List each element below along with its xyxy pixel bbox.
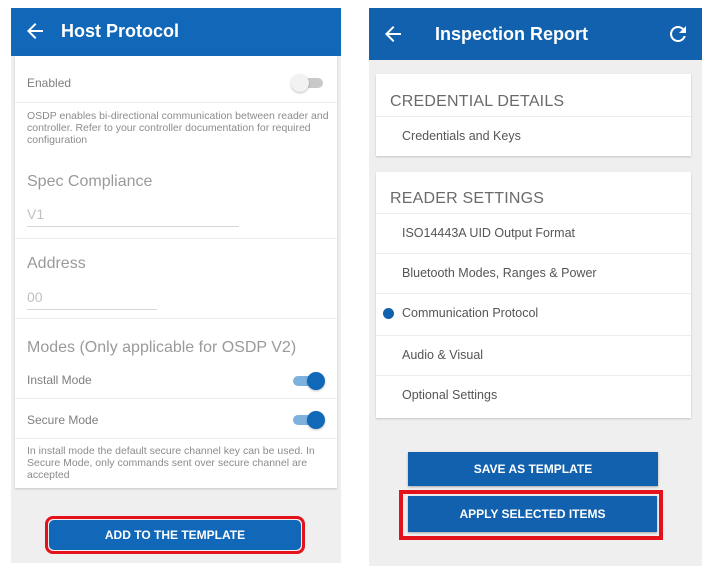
spec-compliance-value[interactable]: V1 (27, 206, 44, 222)
list-item-uid-output-format[interactable]: ISO14443A UID Output Format (376, 213, 691, 253)
reader-settings-card: READER SETTINGS ISO14443A UID Output For… (376, 172, 691, 418)
list-item-label: Optional Settings (402, 388, 498, 402)
secure-mode-toggle[interactable] (291, 411, 325, 429)
install-mode-label: Install Mode (27, 373, 92, 387)
toggle-thumb (291, 74, 309, 92)
inspection-report-screen: Inspection Report CREDENTIAL DETAILS Cre… (369, 8, 702, 566)
address-title: Address (27, 255, 86, 272)
field-underline (27, 309, 157, 310)
save-as-template-button[interactable]: SAVE AS TEMPLATE (408, 452, 658, 486)
list-item-communication-protocol[interactable]: Communication Protocol (376, 293, 691, 333)
credential-details-heading: CREDENTIAL DETAILS (390, 93, 565, 110)
arrow-left-icon[interactable] (381, 22, 405, 46)
list-item-bluetooth-modes[interactable]: Bluetooth Modes, Ranges & Power (376, 253, 691, 293)
refresh-icon[interactable] (666, 22, 690, 46)
protocol-settings-card: Enabled OSDP enables bi-directional comm… (15, 56, 337, 488)
enabled-toggle[interactable] (291, 74, 325, 92)
divider (15, 438, 337, 439)
list-item-label: Audio & Visual (402, 348, 484, 362)
list-item-label: Bluetooth Modes, Ranges & Power (402, 266, 597, 280)
page-title: Host Protocol (61, 21, 180, 41)
modes-help-text: In install mode the default secure chann… (27, 445, 315, 481)
arrow-left-icon[interactable] (23, 19, 47, 43)
secure-mode-label: Secure Mode (27, 413, 99, 427)
list-item-optional-settings[interactable]: Optional Settings (376, 375, 691, 415)
host-protocol-screen: Host Protocol Enabled OSDP enables bi-di… (11, 8, 341, 563)
toggle-thumb (307, 372, 325, 390)
bullet-dot-icon (383, 308, 394, 319)
app-bar: Host Protocol (11, 8, 341, 56)
divider (15, 238, 337, 239)
address-value[interactable]: 00 (27, 289, 43, 305)
list-item-label: ISO14443A UID Output Format (402, 226, 575, 240)
reader-settings-heading: READER SETTINGS (390, 190, 545, 207)
add-to-template-button[interactable]: ADD TO THE TEMPLATE (49, 520, 301, 550)
enabled-label: Enabled (27, 76, 72, 90)
list-item-credentials-and-keys[interactable]: Credentials and Keys (376, 116, 691, 156)
divider (15, 102, 337, 103)
spec-compliance-title: Spec Compliance (27, 173, 153, 190)
divider (15, 398, 337, 399)
list-item-audio-visual[interactable]: Audio & Visual (376, 335, 691, 375)
toggle-thumb (307, 411, 325, 429)
app-bar: Inspection Report (369, 8, 702, 60)
apply-selected-items-button[interactable]: APPLY SELECTED ITEMS (408, 496, 657, 532)
credential-details-card: CREDENTIAL DETAILS Credentials and Keys (376, 74, 691, 156)
divider (15, 318, 337, 319)
osdp-help-text: OSDP enables bi-directional communicatio… (27, 110, 329, 146)
page-title: Inspection Report (435, 24, 589, 44)
modes-title: Modes (Only applicable for OSDP V2) (27, 339, 297, 356)
field-underline (27, 226, 239, 227)
list-item-label: Communication Protocol (402, 306, 539, 320)
install-mode-toggle[interactable] (291, 372, 325, 390)
list-item-label: Credentials and Keys (402, 129, 521, 143)
